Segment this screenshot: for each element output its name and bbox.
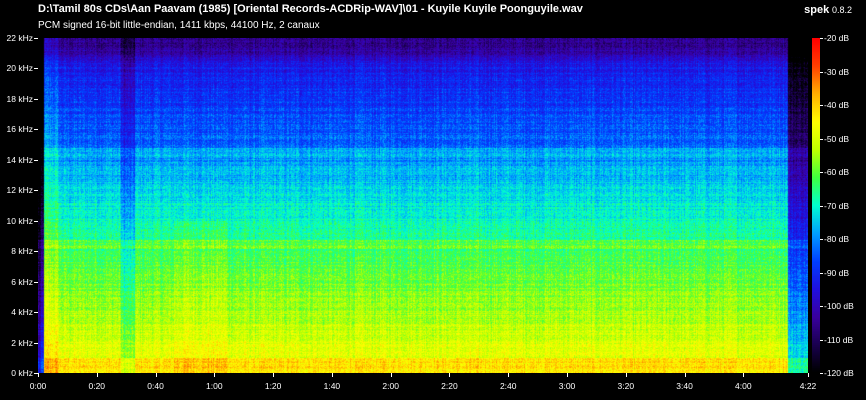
- x-tick-label: 0:40: [147, 381, 164, 391]
- db-tick-mark: [820, 306, 823, 307]
- y-tick-label: 0 kHz: [11, 368, 33, 378]
- db-tick-mark: [820, 239, 823, 240]
- x-tick-label: 2:20: [441, 381, 458, 391]
- y-tick-label: 12 kHz: [6, 185, 33, 196]
- db-colorbar: [812, 38, 820, 373]
- x-tick-label: 1:00: [206, 381, 223, 391]
- db-tick-mark: [820, 205, 823, 207]
- x-tick-mark: [684, 373, 686, 377]
- y-tick-label: 10 kHz: [6, 215, 33, 226]
- y-tick-mark: [34, 251, 38, 253]
- x-tick-label: 2:40: [499, 381, 517, 391]
- db-tick-label: -110 dB: [824, 334, 854, 345]
- x-tick-label: 3:20: [617, 381, 635, 391]
- y-tick-mark: [34, 68, 38, 70]
- file-info-subtitle: PCM signed 16-bit little-endian, 1411 kb…: [38, 20, 320, 31]
- x-tick-label: 3:00: [558, 381, 576, 391]
- y-tick-label: 4 kHz: [11, 307, 33, 318]
- db-tick-label: -120 dB: [824, 368, 854, 378]
- y-tick-label: 14 kHz: [6, 154, 33, 165]
- x-tick-mark: [96, 373, 98, 377]
- db-tick-label: -80 dB: [824, 234, 850, 244]
- y-tick-mark: [34, 98, 38, 100]
- app-name-label: spek 0.8.2: [804, 4, 852, 16]
- x-tick-label: 1:40: [323, 381, 341, 391]
- file-path-title: D:\Tamil 80s CDs\Aan Paavam (1985) [Orie…: [38, 3, 583, 15]
- y-tick-mark: [34, 129, 38, 131]
- x-tick-mark: [214, 373, 216, 377]
- db-tick-mark: [820, 172, 823, 173]
- y-tick-label: 8 kHz: [11, 246, 33, 257]
- db-tick-mark: [820, 71, 823, 73]
- y-tick-label: 20 kHz: [6, 63, 33, 74]
- y-tick-mark: [34, 220, 38, 222]
- db-tick-mark: [820, 272, 823, 274]
- x-tick-mark: [743, 373, 745, 377]
- app-name: spek: [804, 4, 830, 16]
- x-tick-mark: [808, 373, 809, 377]
- x-tick-label: 0:00: [29, 381, 47, 391]
- x-tick-mark: [390, 373, 392, 377]
- y-tick-mark: [34, 38, 38, 39]
- x-tick-label: 0:20: [88, 381, 106, 391]
- db-tick-mark: [820, 339, 823, 341]
- x-tick-mark: [273, 373, 275, 377]
- x-tick-label: 4:22: [799, 381, 817, 391]
- db-tick-mark: [820, 38, 823, 39]
- y-tick-mark: [34, 342, 38, 344]
- x-tick-label: 3:40: [676, 381, 693, 391]
- y-tick-label: 22 kHz: [6, 33, 33, 43]
- db-tick-label: -90 dB: [824, 267, 850, 278]
- db-tick-label: -60 dB: [824, 167, 850, 177]
- y-tick-mark: [34, 190, 38, 192]
- app-version: 0.8.2: [831, 5, 852, 15]
- x-tick-mark: [331, 373, 333, 377]
- x-tick-label: 1:20: [264, 381, 282, 391]
- db-tick-label: -70 dB: [824, 200, 850, 211]
- x-tick-label: 4:00: [735, 381, 752, 391]
- db-tick-label: -30 dB: [824, 66, 850, 77]
- x-tick-label: 2:00: [382, 381, 399, 391]
- x-tick-mark: [38, 373, 39, 377]
- x-tick-mark: [449, 373, 451, 377]
- db-tick-mark: [820, 373, 823, 374]
- db-tick-label: -20 dB: [824, 33, 850, 43]
- x-tick-mark: [508, 373, 510, 377]
- y-tick-label: 6 kHz: [11, 276, 33, 287]
- db-tick-label: -40 dB: [824, 100, 850, 110]
- spectrogram-plot[interactable]: [38, 38, 808, 373]
- x-tick-mark: [567, 373, 568, 377]
- db-tick-label: -100 dB: [824, 301, 854, 311]
- y-tick-mark: [34, 281, 38, 283]
- y-tick-label: 18 kHz: [6, 93, 33, 104]
- x-tick-mark: [625, 373, 627, 377]
- y-tick-label: 16 kHz: [6, 124, 33, 135]
- y-tick-mark: [34, 159, 38, 161]
- db-tick-label: -50 dB: [824, 133, 850, 144]
- db-tick-mark: [820, 105, 823, 106]
- y-tick-label: 2 kHz: [11, 337, 33, 348]
- x-tick-mark: [155, 373, 157, 377]
- y-tick-mark: [34, 312, 38, 314]
- db-tick-mark: [820, 138, 823, 140]
